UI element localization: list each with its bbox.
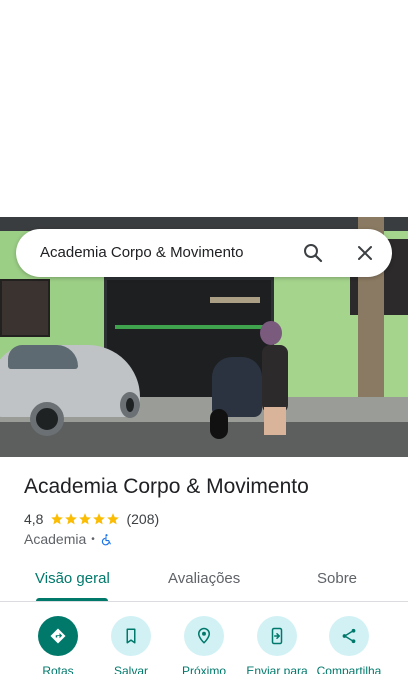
tab-about[interactable]: Sobre [317,570,357,587]
place-title: Academia Corpo & Movimento [24,475,309,498]
close-icon[interactable] [353,241,377,265]
bookmark-icon [126,628,136,644]
photo-car-wheel [120,392,140,418]
star-icon [51,513,64,525]
photo-car-window [8,345,78,369]
photo-scooter-wheel [210,409,228,439]
category-row: Academia • [24,530,113,548]
search-bar[interactable]: Academia Corpo & Movimento [16,229,392,277]
photo-helmet [260,321,282,345]
rating-stars [50,512,120,526]
photo-door-light [210,297,260,303]
share-button[interactable]: Compartilha [304,616,394,674]
photo-door-stripe [115,325,265,329]
nearby-icon [197,627,211,644]
send-to-phone-icon [271,627,283,645]
action-bar: Rotas Salvar Próximo Enviar para Compart… [0,603,408,674]
star-icon [93,513,106,525]
rating-value: 4,8 [24,511,44,527]
wheelchair-icon [101,533,111,545]
send-to-phone-button-circle[interactable] [257,616,297,656]
directions-button-circle[interactable] [38,616,78,656]
star-icon [79,513,92,525]
photo-car-wheel [30,402,64,436]
star-icon [107,513,120,525]
save-button-circle[interactable] [111,616,151,656]
review-count[interactable]: (208) [126,511,159,527]
tab-reviews[interactable]: Avaliações [168,570,240,587]
tab-overview[interactable]: Visão geral [35,570,110,587]
share-button-circle[interactable] [329,616,369,656]
rating-row[interactable]: 4,8 (208) [24,510,159,528]
search-icon[interactable] [301,241,325,265]
star-icon [65,513,78,525]
separator-dot: • [91,533,95,545]
photo-scooter [212,357,262,417]
place-tabs: Visão geral Avaliações Sobre [0,560,408,602]
active-tab-indicator [36,598,108,601]
photo-poster-left [0,279,50,337]
directions-icon [50,628,66,644]
search-query[interactable]: Academia Corpo & Movimento [40,244,243,261]
share-label: Compartilha [316,664,382,674]
nearby-button-circle[interactable] [184,616,224,656]
place-category: Academia [24,531,87,547]
share-icon [342,628,356,644]
photo-legs [264,407,286,435]
photo-person [262,345,288,413]
blank-top-area [0,0,408,217]
